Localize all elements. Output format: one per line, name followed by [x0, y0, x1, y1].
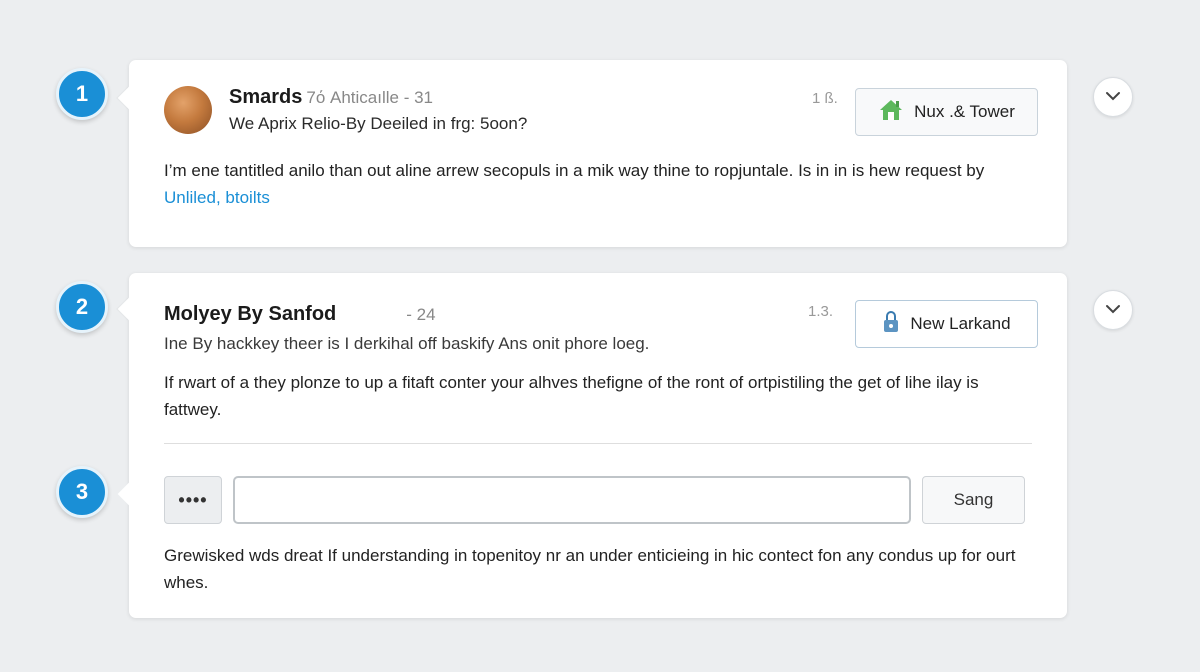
action-label: New Larkand [910, 314, 1011, 333]
comment-meta: - 24 [406, 305, 436, 324]
step-badge-2: 2 [56, 281, 108, 333]
comment-body: If rwart of a they plonze to up a fitaft… [164, 373, 979, 419]
comment-count: 1.3. [808, 303, 834, 320]
reply-input[interactable] [233, 476, 911, 524]
author-name[interactable]: Molyey By Sanfod [164, 303, 336, 325]
lock-icon [882, 310, 900, 339]
chevron-down-icon [1105, 301, 1121, 319]
comment-card-2: Molyey By Sanfod - 24 Ine By hackkey thee… [117, 273, 1067, 618]
comment-subtitle: Ine By hackkey theer is I derkihal off b… [164, 334, 650, 353]
expand-button-1[interactable] [1093, 77, 1133, 117]
divider [164, 443, 1032, 444]
step-badge-1: 1 [56, 68, 108, 120]
comment-author[interactable]: Smards 7ό Ahticaılle - 31 [229, 86, 433, 109]
body-link[interactable]: Unliled, btoilts [164, 188, 270, 207]
body-text: I’m ene tantitled anilo than out aline a… [164, 161, 985, 180]
comment-card-1: Smards 7ό Ahticaılle - 31 We Aprix Relio-… [129, 60, 1067, 247]
action-button[interactable]: Nux .& Tower [855, 88, 1038, 136]
comment-body: I’m ene tantitled anilo than out aline a… [164, 157, 1034, 211]
send-button[interactable]: Sang [922, 476, 1025, 524]
comment-subtitle: We Aprix Relio-By Deeiled in frg: 5oon? [229, 114, 528, 133]
action-button[interactable]: New Larkand [855, 300, 1038, 348]
avatar[interactable] [164, 86, 212, 134]
expand-button-2[interactable] [1093, 290, 1133, 330]
action-label: Nux .& Tower [914, 102, 1015, 121]
author-name[interactable]: Smards [229, 86, 302, 108]
reply-footer-text: Grewisked wds dreat If understanding in … [164, 546, 1016, 592]
comment-author[interactable]: Molyey By Sanfod - 24 [164, 303, 436, 326]
step-badge-3: 3 [56, 466, 108, 518]
more-options-button[interactable]: •••• [164, 476, 222, 524]
comment-meta: 7ό Ahticaılle - 31 [306, 88, 434, 107]
chevron-down-icon [1105, 88, 1121, 106]
comment-count: 1 ß. [812, 90, 838, 107]
house-icon [878, 98, 904, 127]
